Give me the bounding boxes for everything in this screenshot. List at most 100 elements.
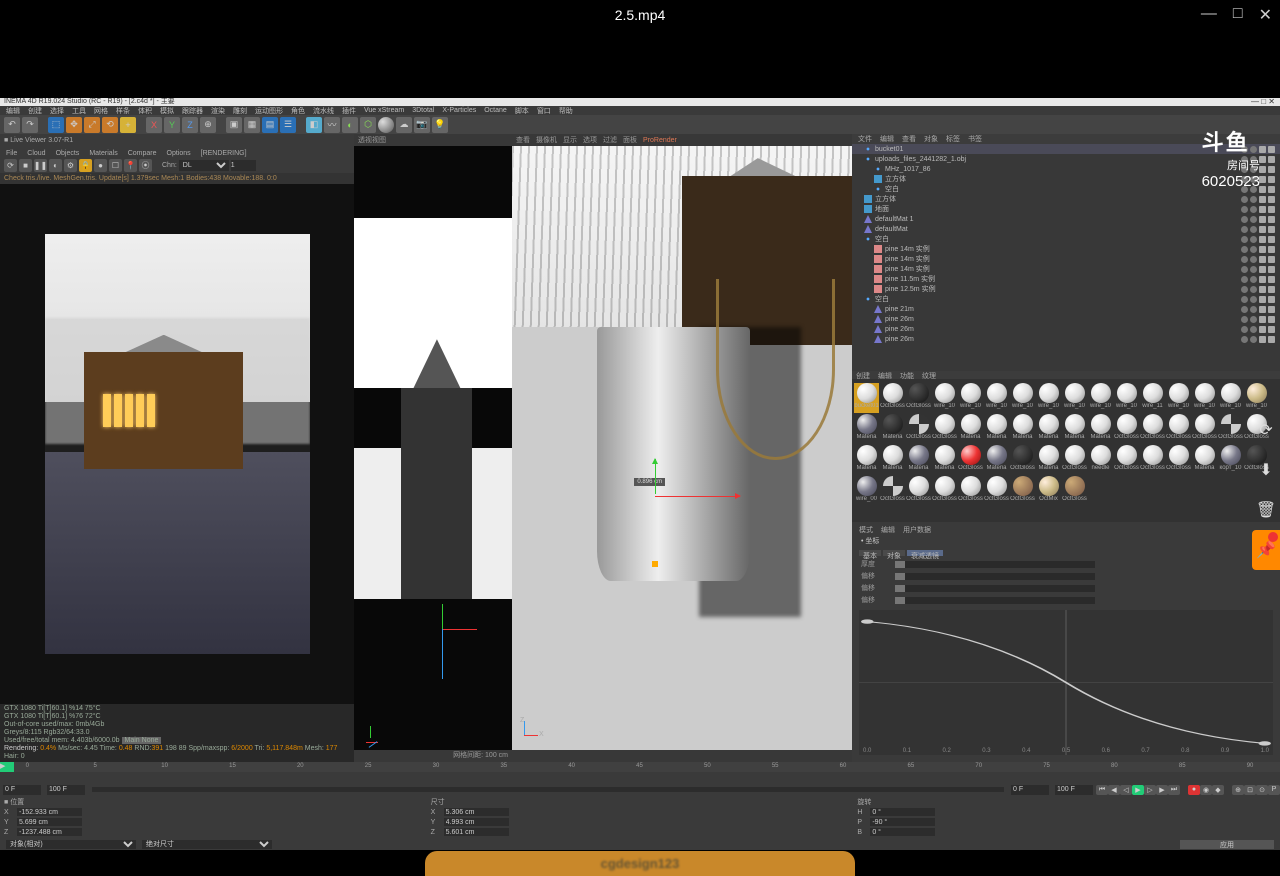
material-item[interactable]: OctGloss xyxy=(1192,414,1217,444)
share-icon[interactable]: ⟳ xyxy=(1252,410,1280,450)
material-item[interactable]: OctMix xyxy=(1036,476,1061,506)
nurbs-icon[interactable]: ◐ xyxy=(342,117,358,133)
material-item[interactable]: корт_10 xyxy=(1218,445,1243,475)
material-item[interactable]: Materia xyxy=(880,445,905,475)
material-item[interactable]: OctGloss xyxy=(958,445,983,475)
x-axis-lock[interactable]: X xyxy=(146,117,162,133)
settings-icon[interactable]: ⚙ xyxy=(64,159,77,172)
render-queue-button[interactable]: ☰ xyxy=(280,117,296,133)
material-item[interactable]: needle xyxy=(1088,445,1113,475)
material-item[interactable]: wire_10 xyxy=(1218,383,1243,413)
viewport-menu-item[interactable]: 选项 xyxy=(583,135,597,145)
material-item[interactable]: Materia xyxy=(984,445,1009,475)
tree-item[interactable]: pine 14m 实例 xyxy=(852,244,1280,254)
attribute-slider[interactable] xyxy=(895,597,1095,604)
material-item[interactable]: wire_10 xyxy=(958,383,983,413)
material-item[interactable]: wire_10 xyxy=(984,383,1009,413)
attr-subtab[interactable]: 对象 xyxy=(883,550,905,556)
material-item[interactable]: wire_10 xyxy=(1114,383,1139,413)
lv-menu-item[interactable]: Objects xyxy=(56,150,80,157)
goto-end-button[interactable]: ⏭ xyxy=(1168,785,1180,795)
obj-tab[interactable]: 对象 xyxy=(924,134,938,144)
material-item[interactable]: OctGloss xyxy=(1114,445,1139,475)
curve-editor[interactable]: 0.00.10.20.30.40.50.60.70.80.91.0 xyxy=(859,610,1273,755)
trash-icon[interactable]: 🗑 xyxy=(1252,490,1280,530)
menu-item[interactable]: 编辑 xyxy=(6,106,20,116)
pin-button[interactable]: 📌 xyxy=(1252,530,1280,570)
step-fwd-button[interactable]: ▶ xyxy=(1156,785,1168,795)
material-item[interactable]: Materia xyxy=(958,414,983,444)
mat-tab[interactable]: 纹理 xyxy=(922,371,936,379)
pos-y-input[interactable] xyxy=(17,818,82,826)
cube-primitive-icon[interactable]: ◧ xyxy=(306,117,322,133)
material-item[interactable]: wire_10 xyxy=(1062,383,1087,413)
light-icon[interactable]: 💡 xyxy=(432,117,448,133)
render-region-button[interactable]: ▦ xyxy=(244,117,260,133)
coord-system[interactable]: ⊕ xyxy=(200,117,216,133)
material-manager[interactable]: bucket01OctGlossOctGlosswire_10wire_10wi… xyxy=(852,379,1280,522)
scale-key-icon[interactable]: ⊡ xyxy=(1244,785,1256,795)
viewport-menu-item[interactable]: 面板 xyxy=(623,135,637,145)
material-item[interactable]: Materia xyxy=(880,414,905,444)
material-item[interactable]: Materia xyxy=(1010,414,1035,444)
menu-item[interactable]: 模拟 xyxy=(160,106,174,116)
material-item[interactable]: OctGloss xyxy=(1218,414,1243,444)
lv-menu-item[interactable]: Options xyxy=(167,150,191,157)
move-tool[interactable]: ✥ xyxy=(66,117,82,133)
material-item[interactable]: OctGloss xyxy=(958,476,983,506)
box-icon[interactable]: ☐ xyxy=(109,159,122,172)
mat-tab[interactable]: 功能 xyxy=(900,371,914,379)
material-item[interactable]: OctGloss xyxy=(906,414,931,444)
menu-item[interactable]: 雕刻 xyxy=(233,106,247,116)
playhead[interactable]: ▶ xyxy=(0,762,14,772)
rot-b-input[interactable] xyxy=(870,828,935,836)
param-key-icon[interactable]: P xyxy=(1268,785,1280,795)
material-item[interactable]: OctGloss xyxy=(1062,476,1087,506)
mini-viewport-canvas[interactable] xyxy=(354,146,512,750)
obj-tab[interactable]: 编辑 xyxy=(880,134,894,144)
tree-item[interactable]: pine 14m 实例 xyxy=(852,264,1280,274)
mat-tab[interactable]: 编辑 xyxy=(878,371,892,379)
stop-icon[interactable]: ■ xyxy=(19,159,32,172)
total-frames-input[interactable] xyxy=(1055,785,1093,795)
material-item[interactable]: OctGloss xyxy=(1140,414,1165,444)
tree-item[interactable]: 空白 xyxy=(852,234,1280,244)
autokey-button[interactable]: ◉ xyxy=(1200,785,1212,795)
redo-button[interactable]: ↷ xyxy=(22,117,38,133)
menu-item[interactable]: 3Dtotal xyxy=(412,107,434,114)
camera-icon[interactable]: 📷 xyxy=(414,117,430,133)
refresh-icon[interactable]: ⟳ xyxy=(4,159,17,172)
lv-menu-item[interactable]: [RENDERING] xyxy=(201,150,247,157)
render-viewport[interactable] xyxy=(0,184,354,704)
lv-menu-item[interactable]: Materials xyxy=(89,150,117,157)
tree-item[interactable]: pine 11.5m 实例 xyxy=(852,274,1280,284)
rot-p-input[interactable] xyxy=(870,818,935,826)
mat-tab[interactable]: 创建 xyxy=(856,371,870,379)
obj-tab[interactable]: 查看 xyxy=(902,134,916,144)
environment-icon[interactable]: ☁ xyxy=(396,117,412,133)
render-view-button[interactable]: ▣ xyxy=(226,117,242,133)
lv-menu-item[interactable]: Cloud xyxy=(27,150,45,157)
material-item[interactable]: wire_11 xyxy=(1140,383,1165,413)
tree-item[interactable]: pine 26m xyxy=(852,334,1280,344)
menu-item[interactable]: 流水线 xyxy=(313,106,334,116)
deformer-icon[interactable] xyxy=(378,117,394,133)
lv-menu-item[interactable]: Compare xyxy=(128,150,157,157)
maximize-button[interactable]: □ xyxy=(1233,5,1243,25)
material-item[interactable]: OctGloss xyxy=(1010,445,1035,475)
attribute-slider[interactable] xyxy=(895,573,1095,580)
material-item[interactable]: wire_10 xyxy=(1244,383,1269,413)
material-item[interactable]: OctGloss xyxy=(932,414,957,444)
material-item[interactable]: wire_10 xyxy=(1010,383,1035,413)
tree-item[interactable]: pine 21m xyxy=(852,304,1280,314)
tree-item[interactable]: defaultMat xyxy=(852,224,1280,234)
size-y-input[interactable] xyxy=(444,818,509,826)
prev-frame-button[interactable]: ◁ xyxy=(1120,785,1132,795)
material-item[interactable]: OctGloss xyxy=(1114,414,1139,444)
material-item[interactable]: OctGloss xyxy=(1166,414,1191,444)
tree-item[interactable]: 空白 xyxy=(852,294,1280,304)
pos-key-icon[interactable]: ⊕ xyxy=(1232,785,1244,795)
material-item[interactable]: OctGloss xyxy=(932,476,957,506)
attribute-slider[interactable] xyxy=(895,561,1095,568)
main-viewport-canvas[interactable]: 0.896 cm X Z xyxy=(512,146,852,750)
